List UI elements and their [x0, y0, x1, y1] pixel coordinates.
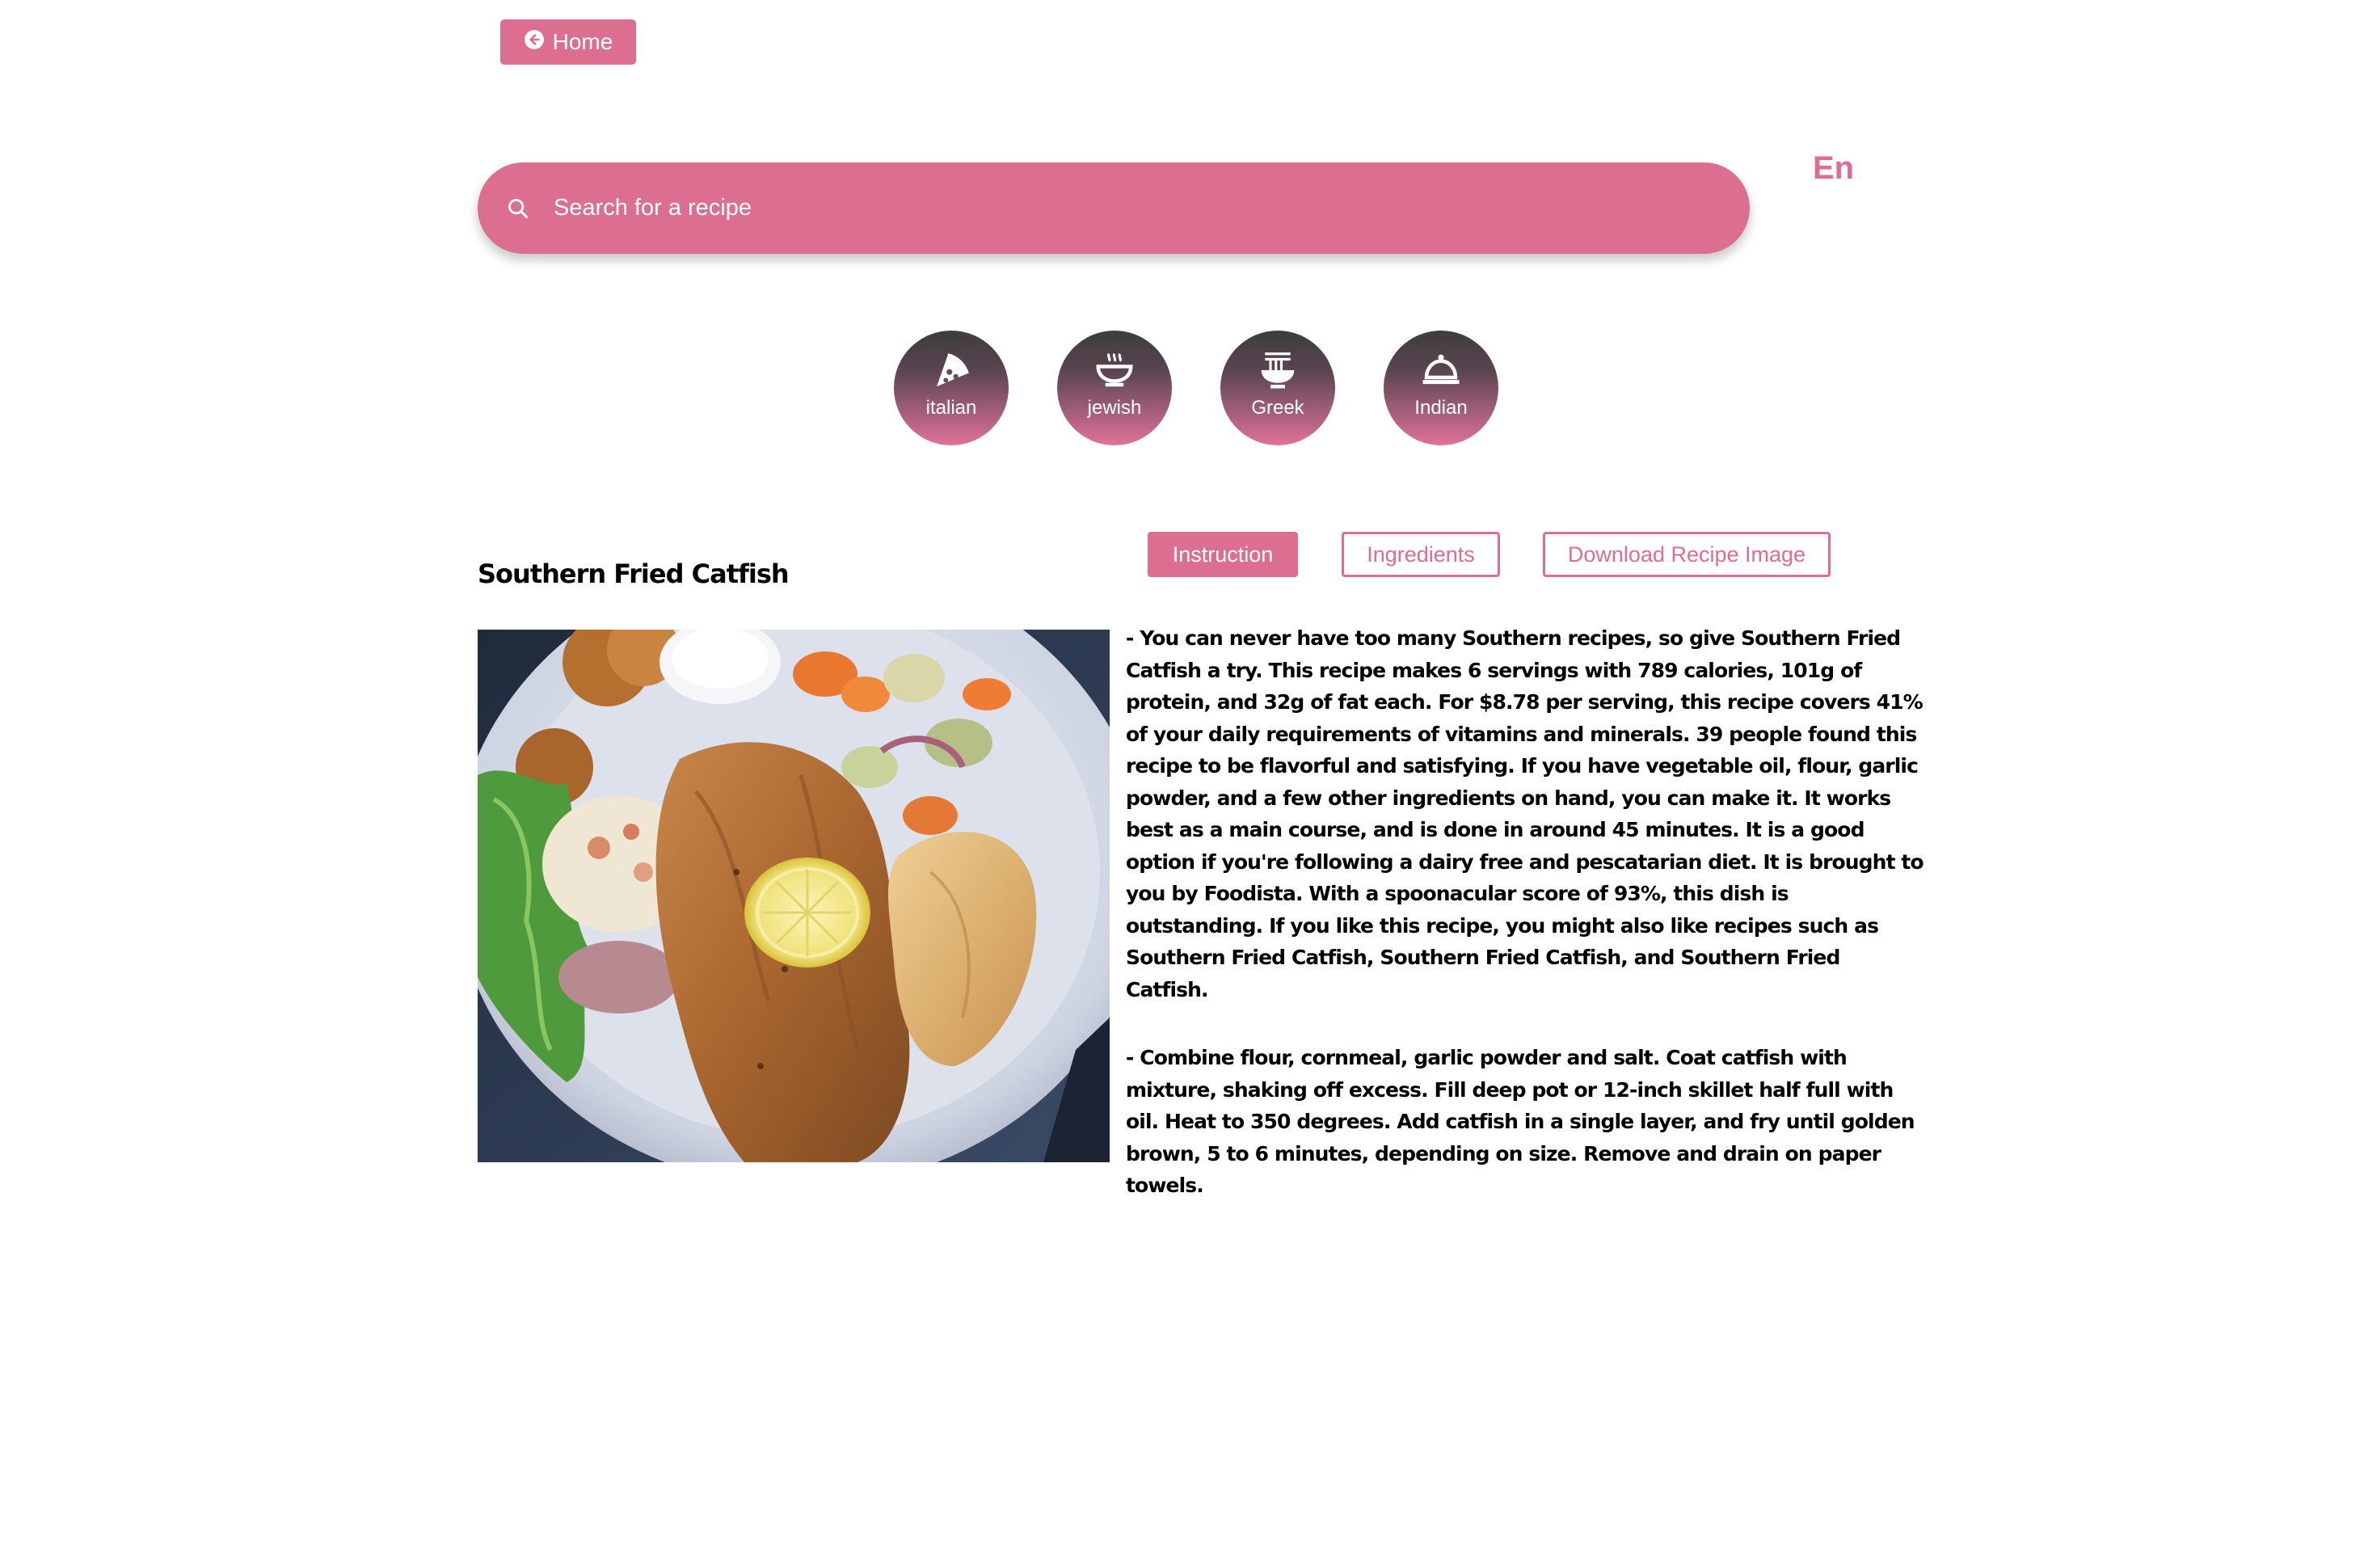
category-label: Indian: [1414, 397, 1468, 419]
recipe-summary: - You can never have too many Southern r…: [1126, 626, 1924, 1001]
search-bar[interactable]: [478, 162, 1750, 254]
download-recipe-image-button[interactable]: Download Recipe Image: [1543, 532, 1831, 577]
pizza-icon: [937, 353, 969, 387]
recipe-title: Southern Fried Catfish: [478, 558, 790, 589]
search-input[interactable]: [552, 194, 1687, 222]
category-italian[interactable]: italian: [894, 331, 1009, 445]
noodles-icon: [1261, 352, 1295, 389]
search-icon: [508, 198, 529, 218]
arrow-left-circle-icon: [524, 30, 544, 49]
language-switcher[interactable]: En: [1813, 150, 1854, 187]
recipe-description: - You can never have too many Southern r…: [1126, 622, 1926, 1238]
tab-instruction[interactable]: Instruction: [1148, 532, 1298, 577]
bowl-icon: [1096, 352, 1133, 387]
recipe-image: [478, 630, 1110, 1162]
home-label: Home: [552, 29, 613, 54]
category-indian[interactable]: Indian: [1384, 331, 1498, 445]
home-button[interactable]: Home: [500, 19, 636, 65]
category-label: Greek: [1251, 397, 1304, 419]
category-jewish[interactable]: jewish: [1057, 331, 1172, 445]
recipe-instructions: - Combine flour, cornmeal, garlic powder…: [1126, 1046, 1915, 1197]
cloche-icon: [1422, 354, 1460, 385]
tab-ingredients[interactable]: Ingredients: [1342, 532, 1500, 577]
category-label: jewish: [1087, 397, 1142, 419]
category-greek[interactable]: Greek: [1220, 331, 1335, 445]
category-label: italian: [925, 397, 977, 419]
